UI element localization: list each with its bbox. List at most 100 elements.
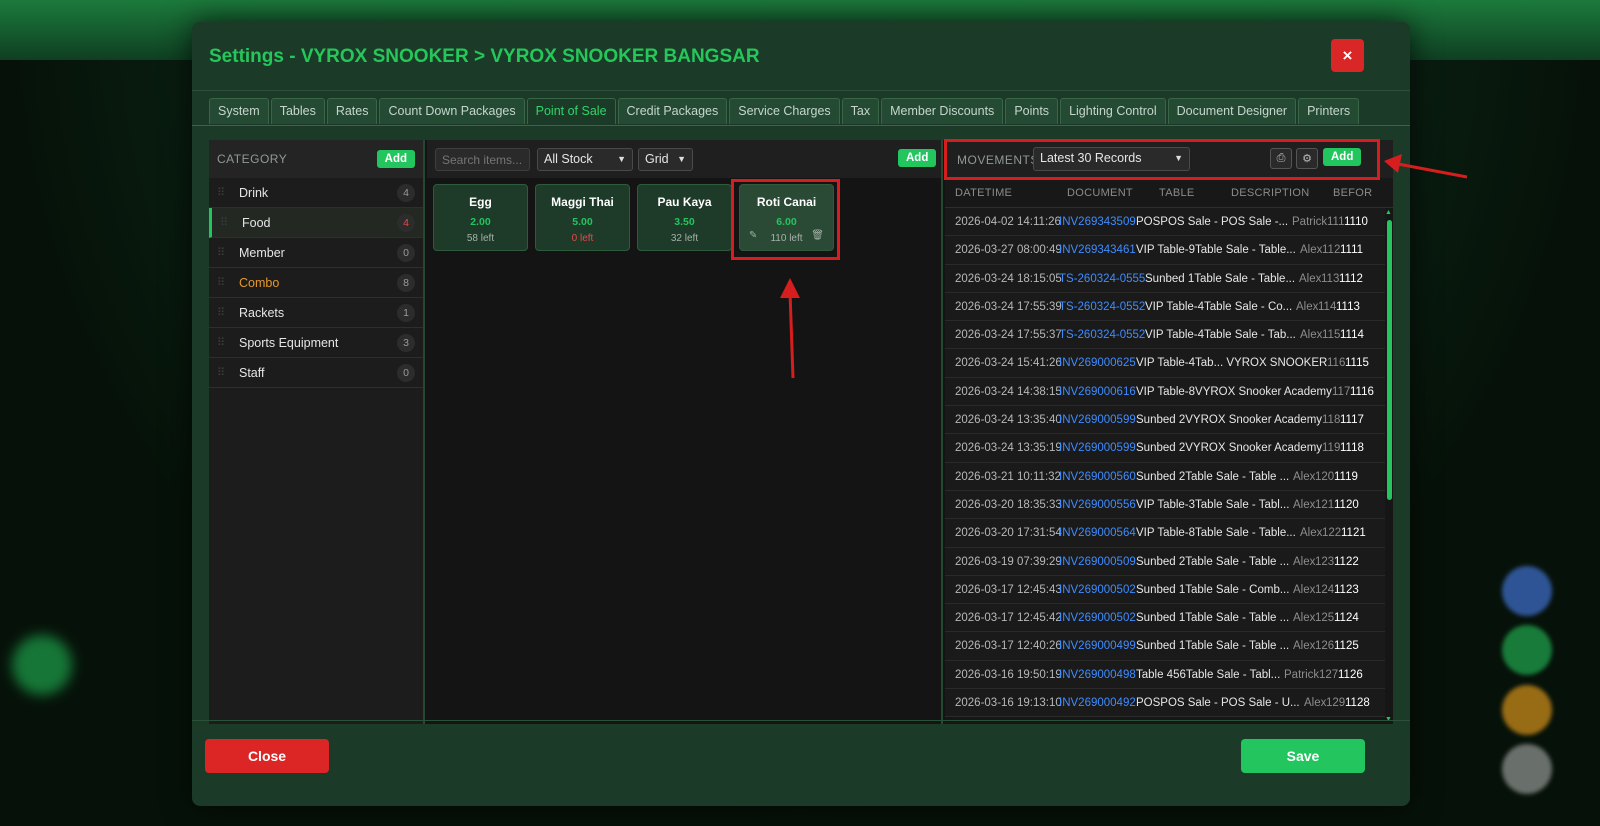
floating-blue-button[interactable] (1502, 566, 1552, 616)
drag-handle-icon[interactable]: ⠿ (217, 336, 239, 349)
movement-datetime: 2026-03-24 13:35:19 (955, 442, 1062, 455)
movement-document-link[interactable]: INV269000625 (1059, 357, 1136, 369)
drag-handle-icon[interactable]: ⠿ (217, 186, 239, 199)
movement-document-link[interactable]: INV269000599 (1059, 442, 1136, 454)
print-icon[interactable]: ⎙ (1270, 148, 1292, 169)
movement-document-link[interactable]: INV269000564 (1059, 527, 1136, 539)
movement-row[interactable]: 2026-03-24 13:35:40 INV269000599 Sunbed 2V… (945, 406, 1385, 435)
tab-rates[interactable]: Rates (326, 98, 378, 124)
floating-orange-button[interactable] (1502, 685, 1552, 735)
movements-range-select[interactable]: Latest 30 Records ▼ (1033, 147, 1190, 171)
add-category-button[interactable]: Add (376, 150, 415, 168)
drag-handle-icon[interactable]: ⠿ (220, 216, 242, 229)
movement-row[interactable]: 2026-03-24 18:15:05 TS-260324-0555 Sunbed … (945, 264, 1385, 293)
movement-row[interactable]: 2026-03-24 14:38:15 INV269000616 VIP Table… (945, 377, 1385, 407)
search-items-input[interactable] (435, 148, 530, 171)
drag-handle-icon[interactable]: ⠿ (217, 276, 239, 289)
delete-trash-icon[interactable]: 🗑 (811, 230, 824, 241)
movement-document-link[interactable]: INV269000560 (1059, 471, 1136, 483)
category-item-combo[interactable]: ⠿ Combo 8 (209, 268, 423, 298)
tab-document-designer[interactable]: Document Designer (1167, 98, 1297, 124)
tab-tax[interactable]: Tax (841, 98, 880, 124)
movement-row[interactable]: 2026-03-24 13:35:19 INV269000599 Sunbed 2V… (945, 434, 1385, 463)
movements-scrollbar[interactable]: ▲ ▼ (1385, 208, 1393, 724)
tab-system[interactable]: System (209, 98, 269, 124)
tab-printers[interactable]: Printers (1298, 98, 1360, 124)
column-description[interactable]: DESCRIPTION (1231, 187, 1309, 199)
tab-member-discounts[interactable]: Member Discounts (881, 98, 1004, 124)
movement-seq: 114 (1318, 300, 1337, 313)
movement-datetime: 2026-03-24 15:41:26 (955, 357, 1062, 370)
tab-tables[interactable]: Tables (270, 98, 325, 124)
category-item-rackets[interactable]: ⠿ Rackets 1 (209, 298, 423, 328)
movement-document-link[interactable]: INV269000492 (1059, 697, 1136, 709)
movement-document-link[interactable]: INV269000599 (1059, 414, 1136, 426)
item-card-roti-canai[interactable]: Roti Canai 6.00 110 left ✎ 🗑 (739, 184, 834, 251)
movement-before-value: 1125 (1334, 640, 1359, 653)
movement-row[interactable]: 2026-03-21 10:11:32 INV269000560 Sunbed 2T… (945, 462, 1385, 491)
save-button[interactable]: Save (1241, 739, 1365, 773)
movement-row[interactable]: 2026-03-16 19:13:10 INV269000492 POSPOS Sa… (945, 689, 1385, 718)
movement-document-link[interactable]: INV269343509 (1059, 216, 1136, 228)
item-card-pau-kaya[interactable]: Pau Kaya 3.50 32 left (637, 184, 732, 251)
drag-handle-icon[interactable]: ⠿ (217, 306, 239, 319)
stock-filter-select[interactable]: All Stock ▼ (537, 148, 633, 171)
movement-row[interactable]: 2026-03-19 07:39:29 INV269000509 Sunbed 2T… (945, 547, 1385, 576)
tab-credit-packages[interactable]: Credit Packages (617, 98, 728, 124)
movement-row[interactable]: 2026-04-02 14:11:26 INV269343509 POSPOS Sa… (945, 208, 1385, 237)
drag-handle-icon[interactable]: ⠿ (217, 366, 239, 379)
tab-service-charges[interactable]: Service Charges (729, 98, 840, 124)
column-datetime[interactable]: DATETIME (955, 187, 1012, 199)
movement-row[interactable]: 2026-03-24 17:55:39 TS-260324-0552 VIP Tab… (945, 292, 1385, 322)
movement-document-link[interactable]: TS-260324-0555 (1059, 273, 1145, 285)
movement-row[interactable]: 2026-03-27 08:00:49 INV269343461 VIP Table… (945, 236, 1385, 265)
movement-document-link[interactable]: TS-260324-0552 (1059, 301, 1145, 313)
movement-row[interactable]: 2026-03-20 17:31:54 INV269000564 VIP Table… (945, 519, 1385, 548)
movement-document-link[interactable]: INV269000509 (1059, 556, 1136, 568)
movement-seq: 120 (1315, 470, 1335, 483)
category-item-member[interactable]: ⠿ Member 0 (209, 238, 423, 268)
movement-row[interactable]: 2026-03-16 19:50:19 INV269000498 Table 456… (945, 660, 1385, 690)
close-button[interactable]: Close (205, 739, 329, 773)
column-document[interactable]: DOCUMENT (1067, 187, 1133, 199)
movement-row[interactable]: 2026-03-17 12:45:43 INV269000502 Sunbed 1T… (945, 575, 1385, 605)
gear-icon[interactable]: ⚙ (1296, 148, 1318, 169)
item-card-egg[interactable]: Egg 2.00 58 left (433, 184, 528, 251)
movement-document-link[interactable]: INV269343461 (1059, 244, 1136, 256)
column-before[interactable]: BEFOR (1333, 187, 1372, 199)
tab-count-down-packages[interactable]: Count Down Packages (379, 98, 525, 124)
add-item-button[interactable]: Add (898, 149, 937, 167)
view-mode-select[interactable]: Grid ▼ (638, 148, 693, 171)
tab-point-of-sale[interactable]: Point of Sale (526, 98, 616, 124)
tab-lighting-control[interactable]: Lighting Control (1060, 98, 1166, 124)
movement-row[interactable]: 2026-03-24 17:55:37 TS-260324-0552 VIP Tab… (945, 321, 1385, 350)
movement-document-link[interactable]: INV269000499 (1059, 640, 1136, 652)
movement-document-link[interactable]: INV269000502 (1059, 584, 1136, 596)
movement-document-link[interactable]: INV269000498 (1059, 669, 1136, 681)
add-movement-button[interactable]: Add (1323, 148, 1362, 166)
movement-row[interactable]: 2026-03-17 12:45:42 INV269000502 Sunbed 1T… (945, 604, 1385, 633)
category-item-drink[interactable]: ⠿ Drink 4 (209, 178, 423, 208)
category-item-staff[interactable]: ⠿ Staff 0 (209, 358, 423, 388)
movement-document-link[interactable]: INV269000616 (1059, 386, 1136, 398)
movement-document-link[interactable]: INV269000556 (1059, 499, 1136, 511)
category-item-sports-equipment[interactable]: ⠿ Sports Equipment 3 (209, 328, 423, 358)
movement-row[interactable]: 2026-03-24 15:41:26 INV269000625 VIP Table… (945, 349, 1385, 378)
movement-document-link[interactable]: INV269000502 (1059, 612, 1136, 624)
movement-before-value: 1120 (1334, 498, 1359, 511)
movement-row[interactable]: 2026-03-17 12:40:26 INV269000499 Sunbed 1T… (945, 632, 1385, 661)
edit-pencil-icon[interactable]: ✎ (749, 230, 757, 241)
tab-points[interactable]: Points (1005, 98, 1059, 124)
movement-seq: 129 (1326, 697, 1346, 710)
drag-handle-icon[interactable]: ⠿ (217, 246, 239, 259)
movement-row[interactable]: 2026-03-20 18:35:33 INV269000556 VIP Table… (945, 490, 1385, 520)
column-table[interactable]: TABLE (1159, 187, 1195, 199)
item-card-maggi-thai[interactable]: Maggi Thai 5.00 0 left (535, 184, 630, 251)
floating-gray-button[interactable] (1502, 744, 1552, 794)
movement-document-link[interactable]: TS-260324-0552 (1059, 329, 1145, 341)
scroll-up-icon[interactable]: ▲ (1385, 209, 1392, 216)
scrollbar-thumb[interactable] (1387, 220, 1392, 500)
category-item-food[interactable]: ⠿ Food 4 (209, 208, 423, 238)
modal-close-x-button[interactable]: × (1331, 39, 1364, 72)
floating-green-button[interactable] (1502, 625, 1552, 675)
